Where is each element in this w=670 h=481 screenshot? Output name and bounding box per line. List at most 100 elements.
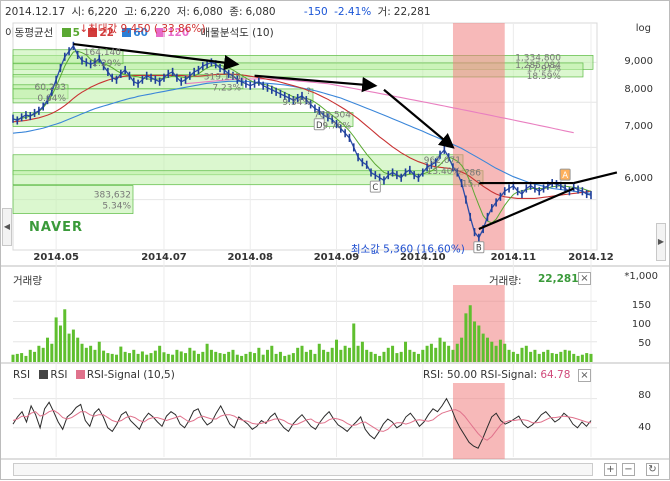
time-scrollbar[interactable]: [13, 463, 593, 476]
volume-bar: [378, 355, 382, 362]
volume-bar: [192, 350, 196, 362]
volume-unit-label: *1,000: [624, 271, 658, 282]
volume-bar: [84, 347, 88, 362]
volume-profile-amount: ?86: [465, 169, 482, 179]
volume-bar: [11, 354, 15, 362]
rsi-tick-80: 80: [638, 390, 651, 401]
x-tick-label: 2014.05: [33, 252, 79, 263]
volume-bar: [309, 349, 313, 362]
max-value-label: ↓최대값 9,450 ( 33.86%): [79, 23, 205, 35]
volume-bar: [421, 349, 425, 362]
volume-bar: [136, 353, 140, 362]
volume-bar: [391, 345, 395, 362]
volume-bar: [41, 347, 45, 362]
volume-profile-percent: 7.23%: [212, 84, 241, 94]
volume-bar: [524, 345, 528, 362]
x-tick-label: 2014.10: [400, 252, 446, 263]
volume-bar: [227, 351, 231, 362]
volume-bar: [296, 347, 300, 362]
rsi-panel-close-button[interactable]: ×: [578, 369, 591, 382]
volume-bar: [71, 329, 75, 362]
volume-bar: [429, 343, 433, 362]
volume-panel-close-button[interactable]: ×: [578, 272, 591, 285]
volume-bar: [498, 339, 502, 362]
volume-profile-percent: 9.76%: [322, 122, 351, 132]
volume-bar: [132, 349, 136, 362]
trend-arrow-down-3: [383, 88, 455, 149]
rsi-title: RSI: [13, 369, 31, 381]
volume-profile-amount: 1,285,084: [515, 61, 561, 71]
volume-bar: [158, 345, 162, 362]
highlight-region-price: [452, 23, 505, 250]
volume-profile-amount: 60,293: [35, 83, 67, 93]
volume-bar: [485, 337, 489, 362]
volume-bar: [166, 353, 170, 362]
volume-bar: [416, 353, 420, 362]
volume-profile-amount: 383,632: [94, 191, 131, 201]
volume-bar: [542, 351, 546, 362]
volume-bar: [533, 349, 537, 362]
volume-bar: [231, 349, 235, 362]
volume-bar: [50, 343, 54, 362]
volume-bar: [209, 349, 213, 362]
volume-profile-percent: 18.59%: [527, 72, 562, 82]
right-scroll-toggle[interactable]: ▶: [656, 223, 666, 261]
volume-bar: [313, 353, 317, 362]
volume-bar: [369, 351, 373, 362]
volume-bar: [529, 351, 533, 362]
volume-bar: [24, 355, 28, 362]
volume-bar: [460, 337, 464, 362]
volume-bar: [386, 347, 390, 362]
volume-bar: [261, 354, 265, 362]
volume-bar: [20, 353, 24, 362]
volume-bar: [188, 347, 192, 362]
rsi-signal-legend-label: RSI-Signal (10,5): [86, 369, 175, 381]
volume-profile-percent: 9.34%: [282, 98, 311, 108]
rsi-panel-title: RSI RSI RSI-Signal (10,5): [13, 369, 175, 381]
volume-bar: [520, 347, 524, 362]
volume-bar: [572, 353, 576, 362]
volume-bar: [481, 333, 485, 362]
volume-profile-amount: 319,145: [204, 73, 241, 83]
volume-bar: [546, 349, 550, 362]
volume-bar: [563, 349, 567, 362]
volume-bar: [265, 349, 269, 362]
volume-bar: [205, 343, 209, 362]
volume-bar: [76, 337, 80, 362]
x-tick-label: 2014.08: [227, 252, 273, 263]
volume-bar: [253, 353, 257, 362]
volume-bar: [145, 354, 149, 362]
rsi-signal-value-label: RSI-Signal:: [480, 369, 537, 381]
volume-bar: [511, 351, 515, 362]
volume-bar: [567, 350, 571, 362]
volume-bar: [580, 354, 584, 362]
volume-profile-percent: 15.?: [462, 180, 481, 190]
volume-bar: [442, 341, 446, 362]
volume-bar: [80, 343, 84, 362]
volume-bar: [382, 351, 386, 362]
volume-bar: [97, 341, 101, 362]
volume-bar: [576, 355, 580, 362]
volume-bar: [46, 337, 50, 362]
volume-bar: [455, 343, 459, 362]
volume-profile-bars: [12, 49, 594, 214]
volume-bar: [106, 353, 110, 362]
zoom-in-button[interactable]: +: [604, 463, 617, 476]
volume-bar: [248, 351, 252, 362]
volume-bar: [291, 353, 295, 362]
rsi-signal-legend-swatch: [75, 370, 85, 379]
volume-profile-amount: 700,504: [314, 111, 351, 121]
volume-bar: [235, 354, 239, 362]
x-tick-label: 2014.11: [491, 252, 537, 263]
zoom-out-button[interactable]: −: [622, 463, 635, 476]
left-scroll-toggle[interactable]: ◀: [2, 208, 12, 246]
refresh-button[interactable]: ↻: [646, 463, 659, 476]
volume-bar: [257, 347, 261, 362]
volume-bar: [184, 353, 188, 362]
volume-profile-percent: 5.34%: [102, 202, 131, 212]
wave-label-b: B: [476, 244, 482, 254]
volume-bar: [404, 341, 408, 362]
volume-bar: [270, 345, 274, 362]
volume-bar: [37, 345, 41, 362]
volume-bar: [304, 351, 308, 362]
